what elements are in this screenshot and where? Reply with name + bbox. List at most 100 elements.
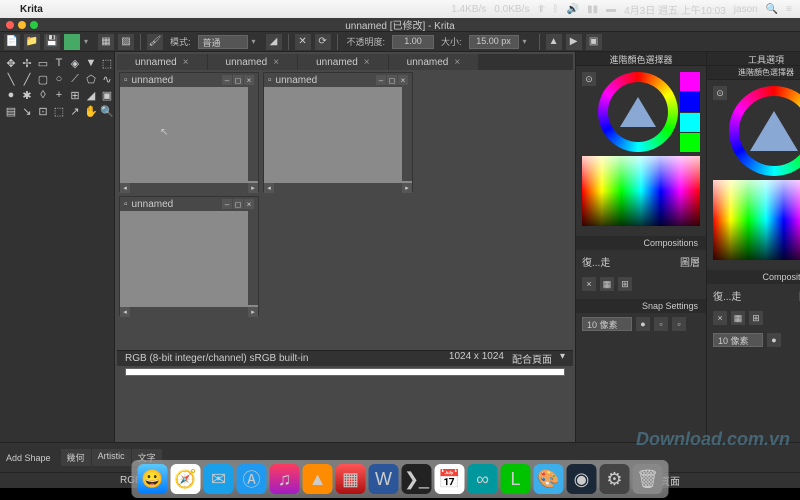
dock-line[interactable]: L [501,464,531,494]
shape-tab-geometry[interactable]: 幾何 [61,449,91,466]
maximize-icon[interactable]: ◻ [387,75,397,85]
document-window[interactable]: ▫unnamed–◻× ↖ ◂▸ [119,72,259,192]
picker-icon[interactable]: ⊙ [713,86,727,100]
select-rect-tool[interactable]: ⬚ [52,104,66,118]
line-tool[interactable]: ╱ [20,72,34,86]
alpha-lock-button[interactable]: ✕ [295,34,311,50]
rect-tool[interactable]: ▢ [36,72,50,86]
spotlight-icon[interactable]: 🔍 [766,4,778,15]
brush-preset-button[interactable]: 🖌 [147,34,163,50]
hue-bar[interactable] [680,72,700,152]
wifi-icon[interactable]: ⥣ [537,4,544,15]
reload-brush-button[interactable]: ⟳ [315,34,331,50]
layer-icon[interactable]: ▦ [600,277,614,291]
workspace-button[interactable]: ▣ [586,34,602,50]
notification-icon[interactable]: ≡ [786,4,792,15]
dock-finder[interactable]: 😀 [138,464,168,494]
color-square[interactable] [713,180,800,260]
select-path-tool[interactable]: ↗ [68,104,82,118]
multibrush-tool[interactable]: ✱ [20,88,34,102]
colorpicker-tool[interactable]: ↘ [20,104,34,118]
dock-settings[interactable]: ⚙ [600,464,630,494]
minimize-icon[interactable]: – [222,75,232,85]
move-tool[interactable]: ✢ [20,56,34,70]
close-icon[interactable]: × [454,57,460,68]
tab[interactable]: unnamed× [389,54,479,70]
minimize-icon[interactable]: – [376,75,386,85]
mirror-v-button[interactable]: ▶ [566,34,582,50]
dock-appstore[interactable]: Ⓐ [237,464,267,494]
dock-mail[interactable]: ✉ [204,464,234,494]
shape-tool[interactable]: ▭ [36,56,50,70]
close-icon[interactable]: × [183,57,189,68]
dock-terminal[interactable]: ❯_ [402,464,432,494]
bluetooth-icon[interactable]: ᛒ [553,4,559,15]
minimize-icon[interactable]: – [222,199,232,209]
dock-trash[interactable]: 🗑 [633,464,663,494]
dock-vlc[interactable]: ▲ [303,464,333,494]
close-icon[interactable]: × [582,277,596,291]
opt-icon[interactable]: ▫ [654,317,668,331]
eraser-toggle[interactable]: ◢ [266,34,282,50]
dock-krita[interactable]: 🎨 [534,464,564,494]
opt-icon[interactable]: ▫ [672,317,686,331]
close-window-button[interactable] [6,21,14,29]
picker-icon[interactable]: ⊙ [582,72,596,86]
gradient-button[interactable]: ▦ [98,34,114,50]
app-name[interactable]: Krita [20,4,43,15]
close-icon[interactable]: × [364,57,370,68]
color-wheel[interactable] [729,86,800,176]
crop-tool[interactable]: ⬚ [100,56,114,70]
color-dropdown-icon[interactable]: ▾ [84,37,94,46]
shape-tab-artistic[interactable]: Artistic [92,449,131,466]
mirror-h-button[interactable]: ▲ [546,34,562,50]
dock-safari[interactable]: 🧭 [171,464,201,494]
canvas[interactable] [120,211,258,307]
canvas[interactable]: ↖ [120,87,258,183]
zoom-tool[interactable]: 🔍 [100,104,114,118]
brush-preview[interactable]: ● [636,317,650,331]
scroll-left-icon[interactable]: ◂ [120,183,130,193]
pan-tool[interactable]: ✋ [84,104,98,118]
measure-tool[interactable]: ◢ [84,88,98,102]
brush-size-select[interactable]: 10 像素 [582,317,632,331]
dock-arduino[interactable]: ∞ [468,464,498,494]
minimize-window-button[interactable] [18,21,26,29]
dropdown-icon[interactable]: ▾ [560,351,565,366]
maximize-icon[interactable]: ◻ [233,199,243,209]
close-icon[interactable]: × [273,57,279,68]
document-window[interactable]: ▫unnamed–◻× ◂▸ [263,72,413,192]
dyna-tool[interactable]: ● [4,88,18,102]
pattern-edit-tool[interactable]: ◈ [68,56,82,70]
maximize-icon[interactable]: ◻ [233,75,243,85]
open-file-button[interactable]: 📁 [24,34,40,50]
battery-icon[interactable]: ▮▮ [587,4,598,15]
blend-mode-select[interactable]: 普通 [198,35,248,49]
bezier-tool[interactable]: ∿ [100,72,114,86]
user-name[interactable]: jason [734,4,758,15]
fg-color-swatch[interactable] [64,34,80,50]
color-wheel[interactable] [598,72,678,152]
flag-icon[interactable]: ▬ [606,4,616,15]
ellipse-tool[interactable]: ○ [52,72,66,86]
transform-tool[interactable]: ✥ [4,56,18,70]
grid-tool[interactable]: ⊡ [36,104,50,118]
perspective-tool[interactable]: ⊞ [68,88,82,102]
dropdown-icon[interactable]: ▾ [523,37,533,46]
freehand-tool[interactable]: ╲ [4,72,18,86]
dropdown-icon[interactable]: ▾ [252,37,262,46]
dock-steam[interactable]: ◉ [567,464,597,494]
scroll-right-icon[interactable]: ▸ [248,183,258,193]
tab[interactable]: unnamed× [117,54,207,70]
dock-app[interactable]: ▦ [336,464,366,494]
date-time[interactable]: 4月3日 週五 上午10:03 [624,2,726,17]
canvas[interactable] [264,87,412,183]
color-square[interactable] [582,156,700,226]
deform-tool[interactable]: ◊ [36,88,50,102]
polyline-tool[interactable]: ⟋ [68,72,82,86]
size-input[interactable]: 15.00 px [469,35,519,49]
close-icon[interactable]: × [244,75,254,85]
text-tool[interactable]: T [52,56,66,70]
dock-itunes[interactable]: ♫ [270,464,300,494]
dock-word[interactable]: W [369,464,399,494]
